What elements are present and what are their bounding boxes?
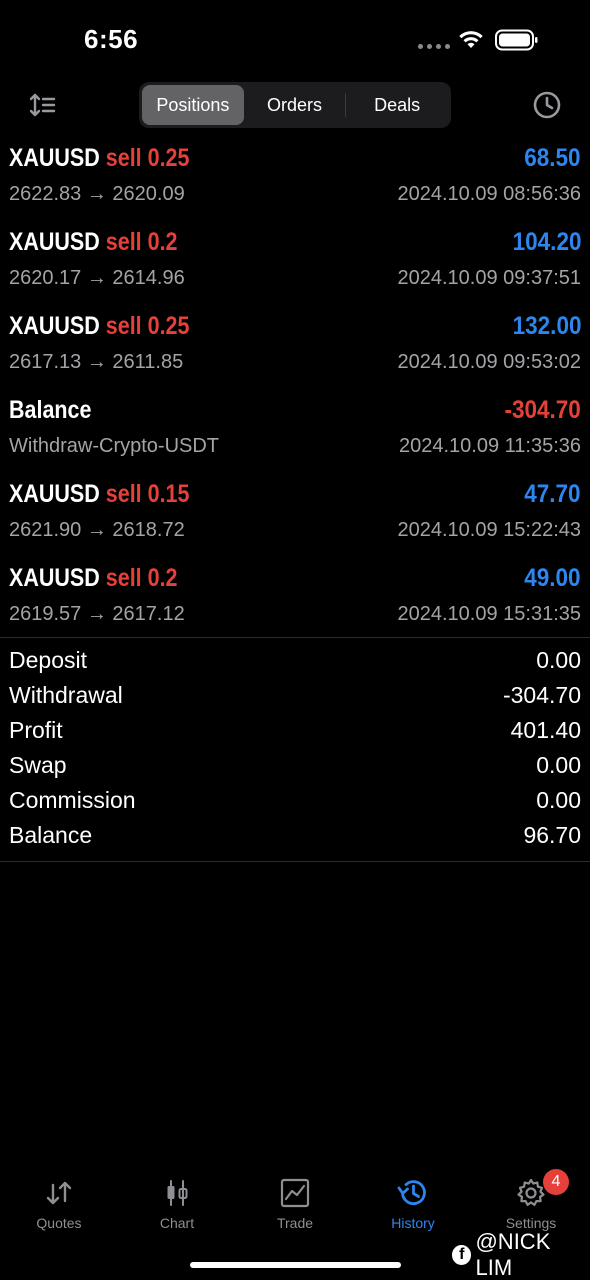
summary-label: Commission (9, 787, 136, 813)
watermark-text: @NICK LIM (475, 1229, 551, 1280)
cellular-signal-icon (418, 44, 450, 49)
summary-label: Profit (9, 717, 63, 743)
deal-list: XAUUSD sell 0.25 68.50 2622.83 → 2620.09… (0, 140, 590, 644)
summary-label: Deposit (9, 647, 87, 673)
summary-row-balance: Balance 96.70 (0, 819, 590, 854)
deal-row[interactable]: XAUUSD sell 0.25 68.50 2622.83 → 2620.09… (0, 140, 590, 224)
deal-time: 2024.10.09 15:31:35 (397, 603, 581, 625)
tab-label: History (391, 1215, 435, 1231)
list-divider (0, 637, 590, 638)
deal-time: 2024.10.09 09:37:51 (397, 267, 581, 289)
summary-label: Balance (9, 822, 93, 848)
deal-profit: 104.20 (512, 228, 581, 256)
summary-value: 401.40 (510, 717, 581, 743)
deal-time: 2024.10.09 09:53:02 (397, 351, 581, 373)
deal-prices: 2621.90 → 2618.72 (9, 519, 185, 541)
deal-prices: 2617.13 → 2611.85 (9, 351, 184, 373)
summary-label: Withdrawal (9, 682, 123, 708)
deal-symbol: XAUUSD sell 0.15 (9, 480, 190, 508)
status-bar: 6:56 (0, 0, 590, 80)
deal-type: sell 0.2 (105, 564, 178, 592)
tab-positions[interactable]: Positions (142, 85, 244, 125)
deal-comment: Withdraw-Crypto-USDT (9, 435, 220, 457)
tab-label: Trade (276, 1215, 314, 1231)
summary-row-profit: Profit 401.40 (0, 714, 590, 749)
deal-time: 2024.10.09 15:22:43 (397, 519, 581, 541)
tab-trade[interactable]: Trade (236, 1168, 354, 1238)
tab-label: Quotes (36, 1215, 82, 1231)
summary-value: 96.70 (523, 822, 581, 848)
wifi-icon (459, 31, 483, 48)
history-toolbar: Positions Orders Deals (0, 82, 590, 128)
deal-prices: 2622.83 → 2620.09 (9, 183, 185, 205)
deal-row[interactable]: XAUUSD sell 0.2 49.00 2619.57 → 2617.12 … (0, 560, 590, 644)
watermark: f @NICK LIM (452, 1229, 590, 1280)
history-clock-icon[interactable] (531, 89, 563, 121)
deal-row-balance[interactable]: Balance -304.70 Withdraw-Crypto-USDT 202… (0, 392, 590, 476)
tab-chart[interactable]: Chart (118, 1168, 236, 1238)
tab-settings[interactable]: Settings 4 (472, 1168, 590, 1238)
history-icon (397, 1180, 426, 1206)
deal-symbol: Balance (9, 396, 92, 424)
tab-deals[interactable]: Deals (346, 85, 448, 125)
segmented-control: Positions Orders Deals (139, 82, 451, 128)
battery-icon (495, 29, 538, 51)
deal-prices: 2620.17 → 2614.96 (9, 267, 185, 289)
summary-value: 0.00 (536, 647, 581, 673)
deal-time: 2024.10.09 08:56:36 (397, 183, 581, 205)
deal-profit: -304.70 (504, 396, 581, 424)
notification-badge: 4 (543, 1169, 569, 1195)
facebook-logo-icon: f (452, 1245, 472, 1265)
deal-time: 2024.10.09 11:35:36 (398, 435, 581, 457)
summary-value: 0.00 (536, 752, 581, 778)
deal-symbol: XAUUSD sell 0.25 (9, 312, 190, 340)
summary-label: Swap (9, 752, 67, 778)
deal-type: sell 0.2 (105, 228, 178, 256)
deal-type: sell 0.25 (105, 312, 190, 340)
deal-symbol: XAUUSD sell 0.2 (9, 228, 178, 256)
deal-profit: 132.00 (512, 312, 581, 340)
deal-profit: 68.50 (524, 144, 581, 172)
chart-icon (167, 1180, 188, 1206)
deal-prices: 2619.57 → 2617.12 (9, 603, 185, 625)
sort-icon[interactable] (28, 90, 58, 120)
deal-symbol: XAUUSD sell 0.2 (9, 564, 178, 592)
deal-type: sell 0.15 (105, 480, 190, 508)
home-indicator (190, 1262, 401, 1268)
summary-row-deposit: Deposit 0.00 (0, 644, 590, 679)
tab-quotes[interactable]: Quotes (0, 1168, 118, 1238)
status-time: 6:56 (84, 24, 139, 54)
deal-row[interactable]: XAUUSD sell 0.25 132.00 2617.13 → 2611.8… (0, 308, 590, 392)
deal-type: sell 0.25 (105, 144, 190, 172)
bottom-tab-bar: Quotes Chart Trade History Settings 4 (0, 1168, 590, 1238)
deal-profit: 49.00 (524, 564, 581, 592)
summary-value: 0.00 (536, 787, 581, 813)
tab-label: Chart (159, 1215, 195, 1231)
summary-row-commission: Commission 0.00 (0, 784, 590, 819)
quotes-icon (46, 1181, 72, 1205)
deal-row[interactable]: XAUUSD sell 0.15 47.70 2621.90 → 2618.72… (0, 476, 590, 560)
summary-row-swap: Swap 0.00 (0, 749, 590, 784)
summary-section: Deposit 0.00 Withdrawal -304.70 Profit 4… (0, 644, 590, 854)
summary-divider (0, 861, 590, 862)
deal-row[interactable]: XAUUSD sell 0.2 104.20 2620.17 → 2614.96… (0, 224, 590, 308)
deal-symbol: XAUUSD sell 0.25 (9, 144, 190, 172)
trade-icon (280, 1178, 310, 1208)
tab-orders[interactable]: Orders (244, 85, 346, 125)
tab-history[interactable]: History (354, 1168, 472, 1238)
summary-row-withdrawal: Withdrawal -304.70 (0, 679, 590, 714)
deal-profit: 47.70 (524, 480, 581, 508)
summary-value: -304.70 (502, 682, 581, 708)
